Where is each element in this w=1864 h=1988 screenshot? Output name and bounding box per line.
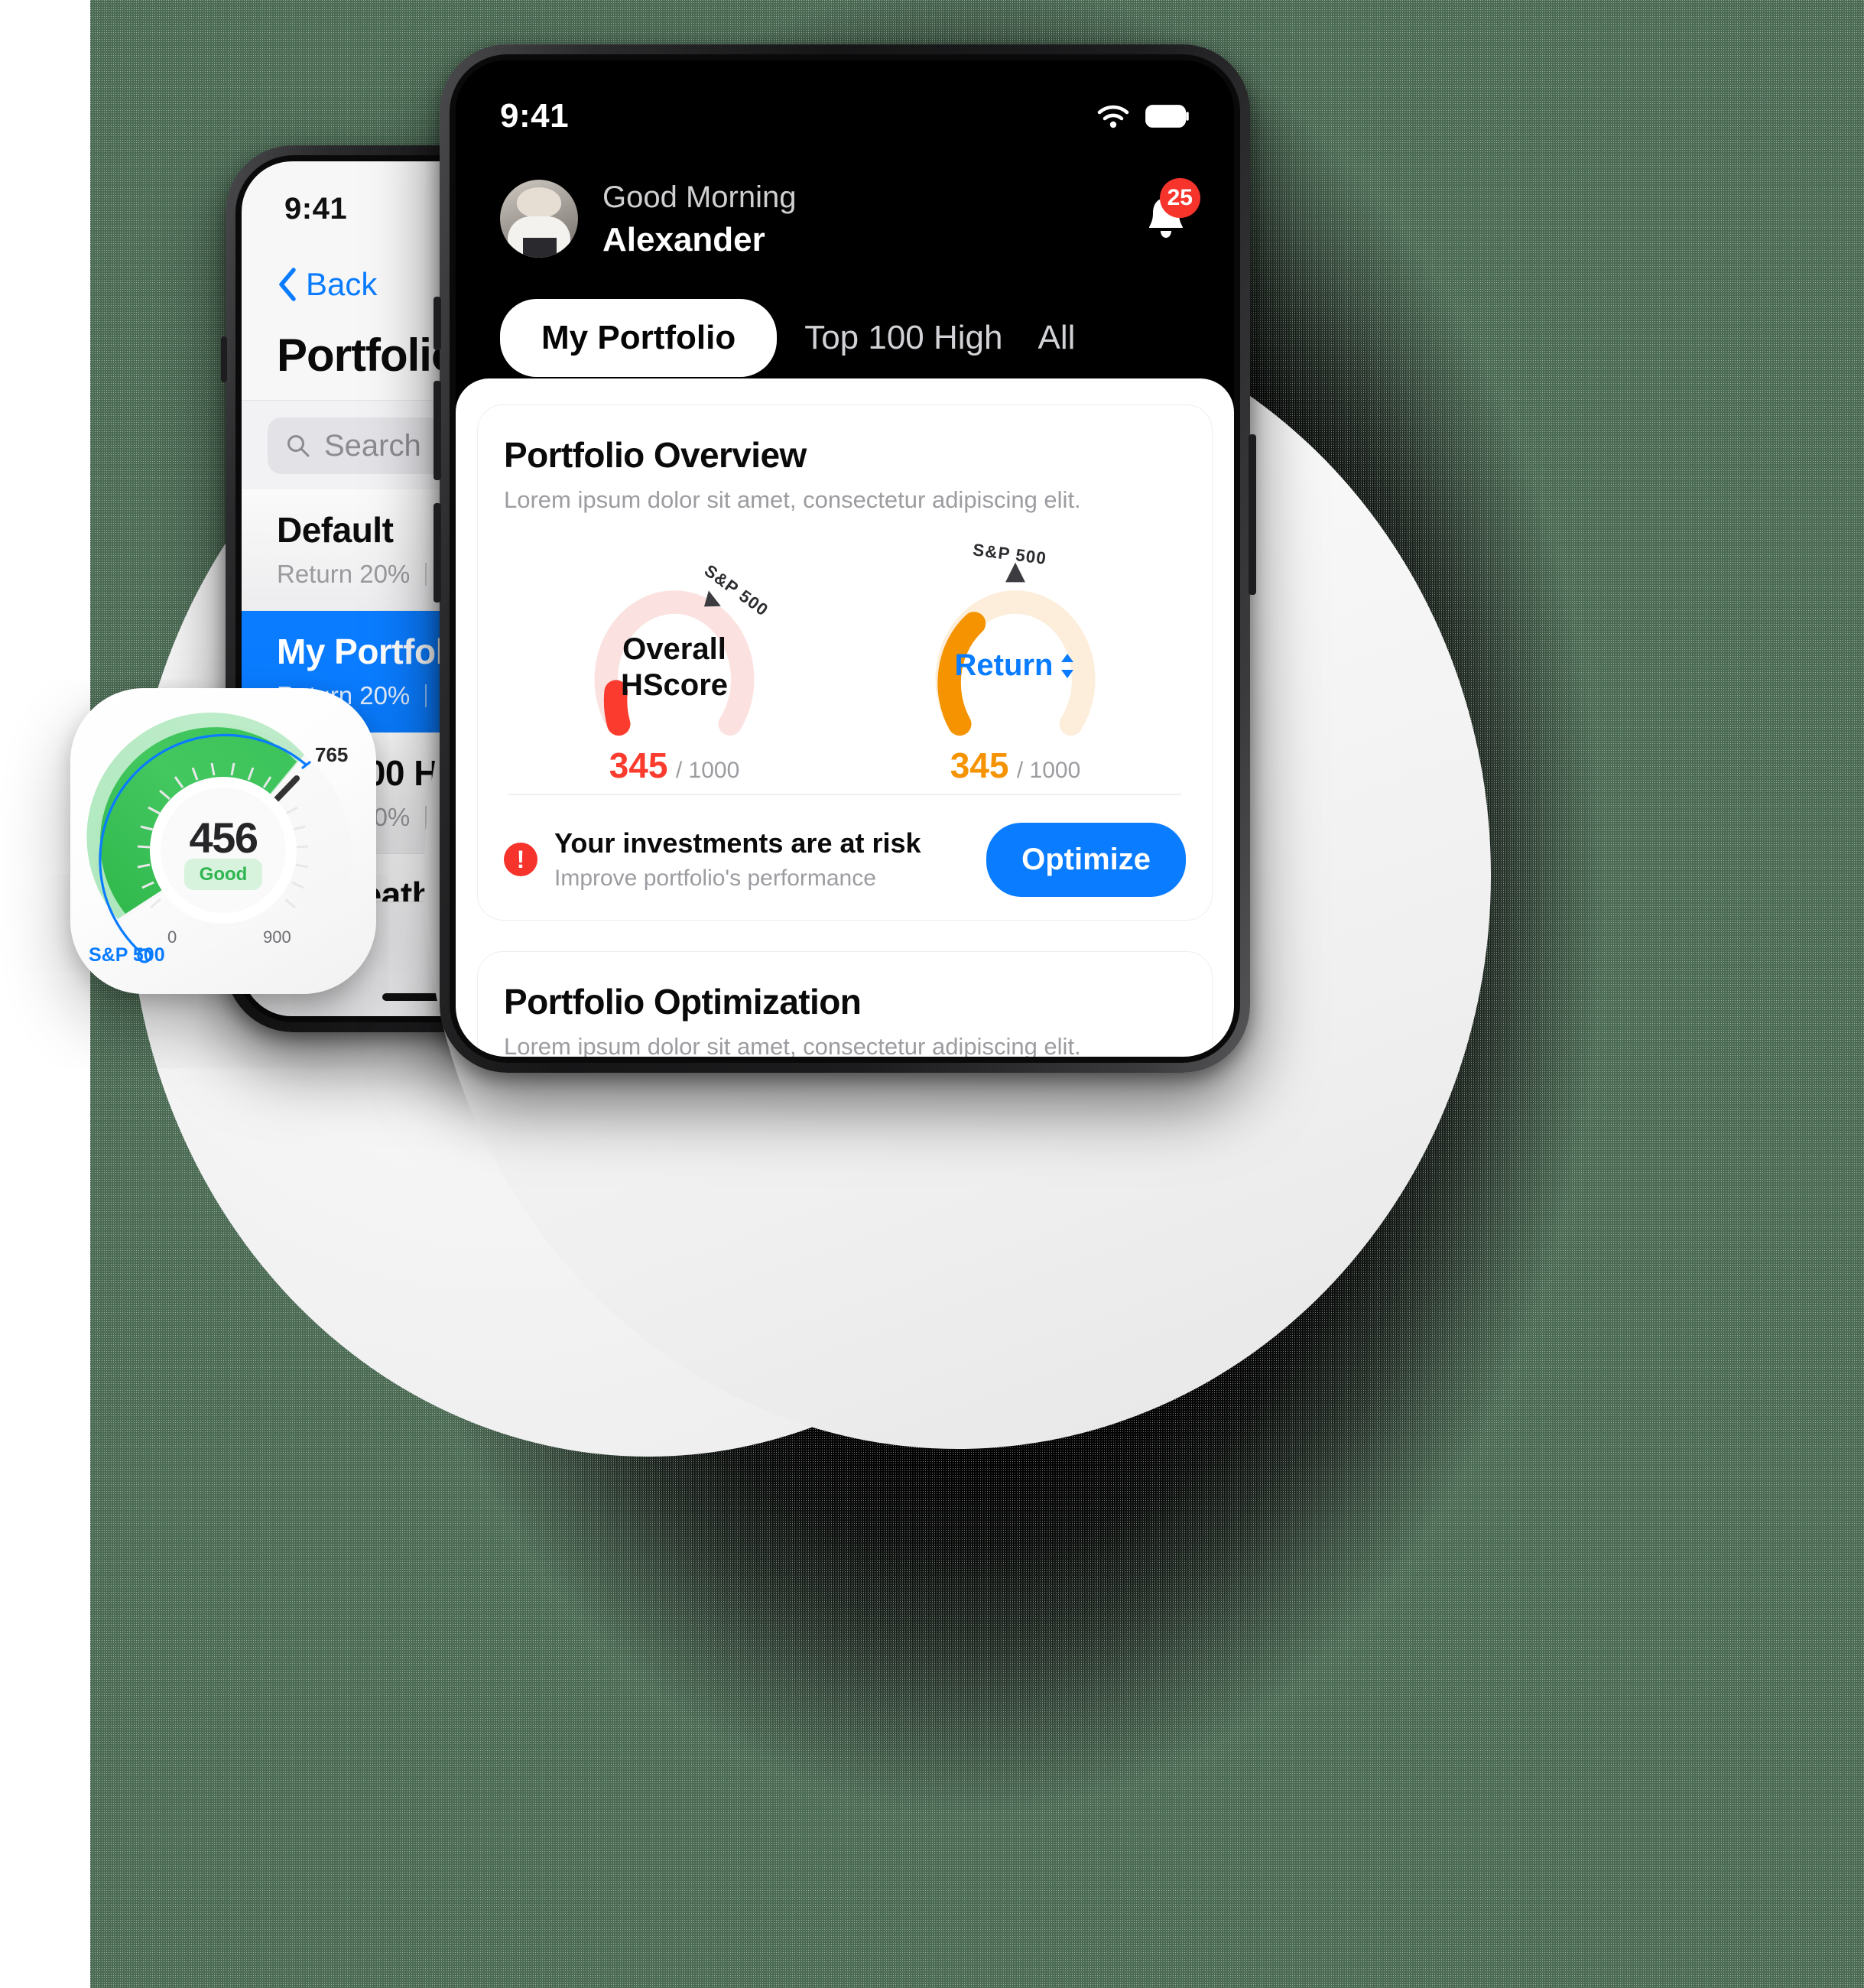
- gauge-label-line2: HScore: [620, 668, 729, 703]
- composition-stage: 9:41 Back Portfolio List Search Default …: [0, 0, 1864, 1988]
- tab-all[interactable]: All: [1031, 299, 1083, 377]
- back-button-label: Back: [306, 266, 378, 302]
- gauge-value-row-return: 345 / 1000: [845, 745, 1186, 786]
- gauge-max-hscore: / 1000: [675, 758, 740, 783]
- portfolio-optimization-card: Portfolio Optimization Lorem ipsum dolor…: [477, 950, 1213, 1057]
- segment-tabs: My Portfolio Top 100 High All: [500, 299, 1190, 385]
- gauge-value-row-hscore: 345 / 1000: [504, 745, 845, 786]
- wifi-icon: [1097, 105, 1129, 128]
- chevron-left-icon: [279, 268, 296, 301]
- overview-subtitle: Lorem ipsum dolor sit amet, consectetur …: [504, 486, 1081, 513]
- portfolio-overview-card: Portfolio Overview Lorem ipsum dolor sit…: [477, 404, 1213, 921]
- exclamation-circle-icon: !: [504, 843, 537, 876]
- gauge-score-value: 456: [189, 814, 258, 862]
- tab-my-portfolio[interactable]: My Portfolio: [500, 299, 778, 377]
- mute-switch[interactable]: [221, 336, 227, 382]
- gauge-value-hscore: 345: [609, 746, 668, 785]
- greeting-label: Good Morning: [602, 180, 797, 214]
- status-indicators: [1096, 103, 1190, 129]
- phone-dashboard-frame: 9:41 Good Morning Alexander 25 My Portfo…: [434, 44, 1256, 1073]
- portfolio-return: Return 20%: [277, 560, 411, 588]
- gauge-label-line1: Overall: [622, 632, 726, 666]
- gauges-row: S&P 500 Overall HScore 345 / 1000 S&P 50…: [504, 534, 1186, 786]
- gauge-widget-card[interactable]: 456 Good 0 900 765 S&P 500: [70, 688, 376, 994]
- volume-up-main[interactable]: [434, 381, 441, 480]
- optimize-button[interactable]: Optimize: [986, 822, 1186, 897]
- card-divider: [508, 794, 1181, 795]
- gauge-value-return: 345: [950, 746, 1009, 785]
- gauge-label-return: Return: [954, 648, 1054, 682]
- greeting-text: Good Morning Alexander: [602, 178, 796, 259]
- benchmark-value-label: 765: [315, 743, 349, 766]
- tab-top-100-high[interactable]: Top 100 High: [787, 299, 1019, 377]
- notifications-button[interactable]: 25: [1142, 177, 1200, 248]
- status-time-main: 9:41: [500, 97, 570, 135]
- battery-icon: [1145, 105, 1189, 128]
- content-sheet: Portfolio Overview Lorem ipsum dolor sit…: [456, 378, 1234, 1057]
- status-badge: Good: [183, 859, 263, 890]
- greeting-row: Good Morning Alexander 25: [500, 177, 1200, 259]
- gauge-min-label: 0: [167, 927, 177, 947]
- overview-title: Portfolio Overview: [504, 435, 807, 475]
- meta-divider: [425, 563, 427, 586]
- optimization-title: Portfolio Optimization: [504, 981, 862, 1022]
- gauge-max-return: / 1000: [1016, 758, 1081, 783]
- benchmark-marker-icon: [1005, 562, 1025, 583]
- meta-divider: [425, 684, 427, 707]
- benchmark-name-label: S&P 500: [89, 944, 165, 966]
- gauge-label-return-row[interactable]: Return: [845, 648, 1186, 683]
- gauge-overall-hscore[interactable]: S&P 500 Overall HScore 345 / 1000: [504, 534, 845, 786]
- user-name: Alexander: [602, 221, 765, 258]
- power-button-main[interactable]: [1249, 434, 1256, 595]
- avatar[interactable]: [500, 180, 578, 258]
- search-placeholder: Search: [324, 428, 421, 463]
- mute-switch-main[interactable]: [434, 297, 441, 350]
- gauge-return[interactable]: S&P 500 Return 345 / 1000: [845, 534, 1186, 786]
- dashboard-header: 9:41 Good Morning Alexander 25 My Portfo…: [456, 60, 1234, 385]
- optimization-subtitle: Lorem ipsum dolor sit amet, consectetur …: [504, 1032, 1081, 1057]
- status-bar-main: 9:41: [500, 97, 1190, 135]
- risk-alert-text: Your investments are at risk Improve por…: [554, 827, 969, 892]
- gauge-status-wrap: Good: [70, 859, 376, 890]
- gauge-arc-return: S&P 500: [935, 540, 1096, 736]
- notification-badge: 25: [1159, 177, 1200, 218]
- gauge-max-label: 900: [263, 927, 291, 947]
- search-icon: [287, 435, 310, 457]
- chevron-updown-icon: [1061, 653, 1074, 678]
- risk-alert-row: ! Your investments are at risk Improve p…: [504, 822, 1186, 897]
- gauge-label-hscore: Overall HScore: [504, 632, 845, 703]
- volume-down-main[interactable]: [434, 503, 441, 603]
- risk-alert-subtitle: Improve portfolio's performance: [554, 866, 876, 891]
- risk-alert-title: Your investments are at risk: [554, 827, 921, 859]
- benchmark-label-return: S&P 500: [972, 540, 1047, 568]
- screen-dashboard: 9:41 Good Morning Alexander 25 My Portfo…: [456, 60, 1234, 1057]
